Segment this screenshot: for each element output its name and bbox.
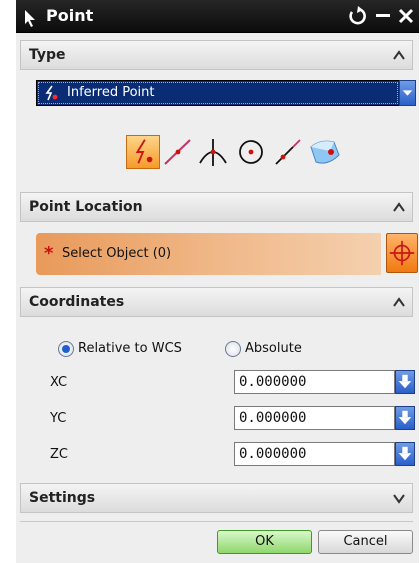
window-title: Point <box>46 6 94 25</box>
xc-field[interactable] <box>234 370 395 394</box>
title-bar[interactable]: Point <box>16 0 419 33</box>
select-object-row[interactable]: * Select Object (0) <box>36 233 381 275</box>
coordinates-header[interactable]: Coordinates <box>20 287 413 317</box>
chevron-up-icon[interactable] <box>392 296 406 308</box>
settings-header[interactable]: Settings <box>20 483 413 513</box>
zc-field[interactable] <box>234 442 395 466</box>
line-point-icon[interactable] <box>161 135 195 169</box>
dropdown-arrow-icon[interactable] <box>399 80 416 106</box>
section-title: Coordinates <box>29 294 125 310</box>
absolute-label[interactable]: Absolute <box>245 341 302 356</box>
relative-to-wcs-radio[interactable] <box>58 341 74 357</box>
close-icon[interactable] <box>393 2 419 30</box>
relative-to-wcs-label[interactable]: Relative to WCS <box>78 341 182 356</box>
divider <box>20 521 413 522</box>
surface-point-icon[interactable] <box>308 135 342 169</box>
point-type-dropdown[interactable]: Inferred Point <box>36 80 399 106</box>
xc-dropdown-arrow-icon[interactable] <box>395 370 415 394</box>
yc-dropdown-arrow-icon[interactable] <box>395 406 415 430</box>
point-dialog: Point Type Inferred Point Point Location… <box>16 0 419 563</box>
section-title: Settings <box>29 490 96 506</box>
cancel-button[interactable]: Cancel <box>318 530 413 554</box>
point-location-header[interactable]: Point Location <box>20 192 413 222</box>
section-title: Point Location <box>29 199 143 215</box>
point-dialog-icon <box>25 10 35 27</box>
yc-label: YC <box>50 411 67 426</box>
inferred-point-icon <box>45 85 58 101</box>
zc-label: ZC <box>50 447 68 462</box>
absolute-radio[interactable] <box>225 341 241 357</box>
zc-dropdown-arrow-icon[interactable] <box>395 442 415 466</box>
point-type-selected: Inferred Point <box>67 85 155 100</box>
select-object-label: Select Object (0) <box>62 246 172 261</box>
arc-center-icon[interactable] <box>234 135 268 169</box>
point-dialog-button[interactable] <box>386 233 418 273</box>
xc-label: XC <box>50 375 68 390</box>
chevron-down-icon[interactable] <box>392 492 406 504</box>
required-marker: * <box>44 243 54 264</box>
ok-button[interactable]: OK <box>217 530 312 554</box>
inferred-point-icon[interactable] <box>126 135 160 169</box>
reset-icon[interactable] <box>344 2 370 30</box>
type-section-header[interactable]: Type <box>20 40 413 70</box>
endpoint-icon[interactable] <box>271 135 305 169</box>
chevron-up-icon[interactable] <box>392 201 406 213</box>
yc-field[interactable] <box>234 406 395 430</box>
intersection-point-icon[interactable] <box>196 135 230 169</box>
section-title: Type <box>29 47 66 63</box>
chevron-up-icon[interactable] <box>392 49 406 61</box>
